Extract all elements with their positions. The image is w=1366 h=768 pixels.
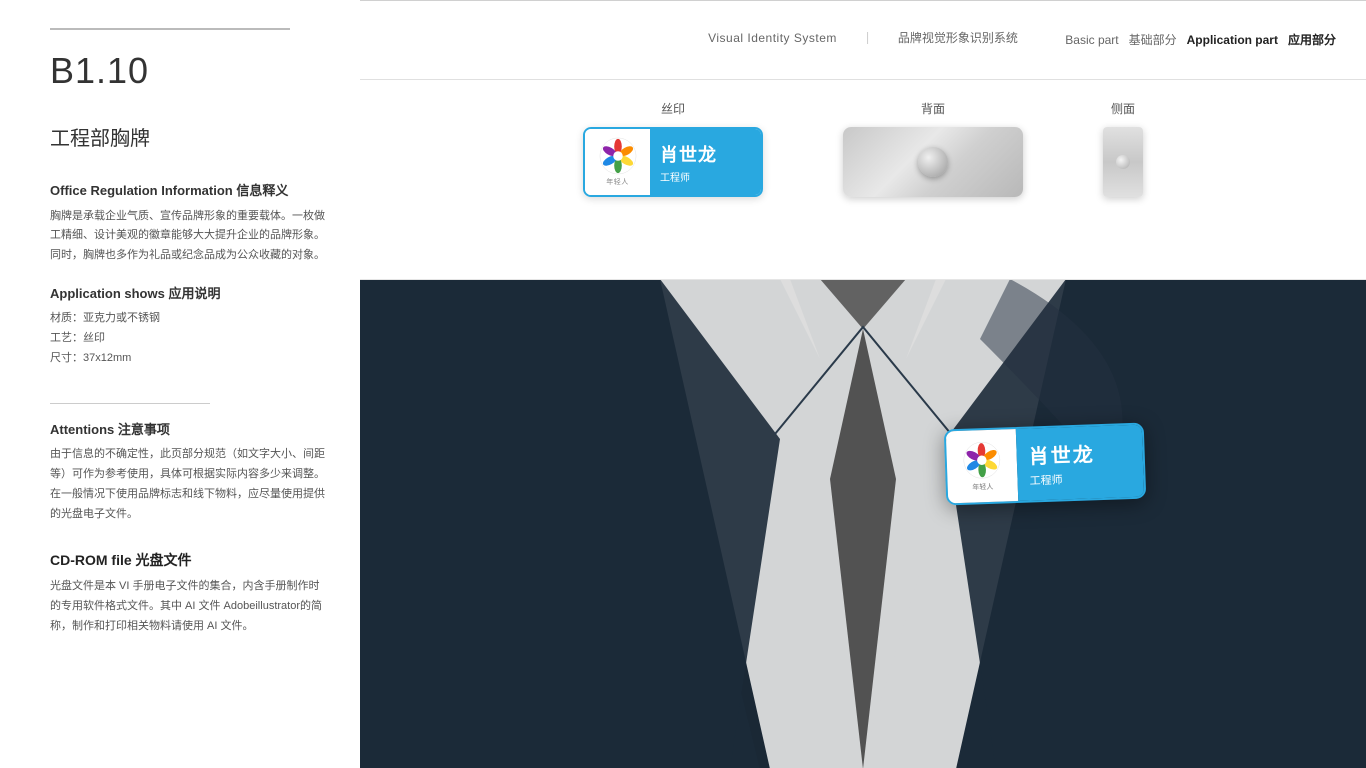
logo-icon bbox=[599, 137, 637, 175]
vi-title-area: Visual Identity System 品牌视觉形象识别系统 bbox=[708, 0, 1018, 79]
photo-background: 年轻人 肖世龙 工程师 bbox=[360, 280, 1366, 768]
nav-basic-cn: 基础部分 bbox=[1129, 31, 1177, 48]
section-cdrom: CD-ROM file 光盘文件 光盘文件是本 VI 手册电子文件的集合，内含手… bbox=[50, 550, 330, 636]
vi-title-divider bbox=[867, 32, 868, 44]
photo-badge-name: 肖世龙 bbox=[1028, 439, 1095, 470]
badge-pin-icon bbox=[1116, 155, 1130, 169]
page-number: B1.10 bbox=[50, 50, 330, 92]
vi-title-row: Visual Identity System 品牌视觉形象识别系统 bbox=[708, 29, 1018, 46]
section-app-shows-body: 材质：亚克力或不锈钢 工艺：丝印 尺寸：37x12mm bbox=[50, 309, 330, 368]
nav-basic-en: Basic part bbox=[1065, 33, 1118, 47]
suit-illustration bbox=[360, 280, 1366, 768]
nav-app-cn: 应用部分 bbox=[1288, 31, 1336, 48]
left-panel: B1.10 工程部胸牌 Office Regulation Informatio… bbox=[0, 0, 360, 768]
badge-front-view: 丝印 bbox=[583, 100, 763, 197]
badge-brand-text: 年轻人 bbox=[606, 177, 629, 187]
badge-name: 肖世龙 bbox=[660, 141, 717, 167]
badge-front: 年轻人 肖世龙 工程师 bbox=[583, 127, 763, 197]
photo-badge-logo-section: 年轻人 bbox=[945, 427, 1018, 505]
section-cdrom-body: 光盘文件是本 VI 手册电子文件的集合，内含手册制作时的专用软件格式文件。其中 … bbox=[50, 577, 330, 636]
section-divider-1 bbox=[50, 403, 210, 404]
section-office-reg-heading: Office Regulation Information 信息释义 bbox=[50, 181, 330, 201]
section-office-reg-body: 胸牌是承载企业气质、宣传品牌形象的重要载体。一枚做工精细、设计美观的徽章能够大大… bbox=[50, 207, 330, 266]
section-cdrom-heading: CD-ROM file 光盘文件 bbox=[50, 550, 330, 571]
section-attentions: Attentions 注意事项 由于信息的不确定性，此页部分规范（如文字大小、间… bbox=[50, 420, 330, 525]
page-number-area: B1.10 bbox=[50, 50, 330, 92]
vi-title-en: Visual Identity System bbox=[708, 31, 837, 45]
badge-back-label: 背面 bbox=[921, 100, 945, 117]
badge-back-view: 背面 bbox=[843, 100, 1023, 197]
badge-preview-area: 丝印 bbox=[360, 80, 1366, 280]
badge-front-label: 丝印 bbox=[661, 100, 685, 117]
badge-magnet-icon bbox=[918, 147, 948, 177]
badge-logo-section: 年轻人 bbox=[585, 127, 650, 197]
photo-badge-brand: 年轻人 bbox=[972, 482, 993, 493]
page-title: 工程部胸牌 bbox=[50, 122, 330, 151]
section-office-reg: Office Regulation Information 信息释义 胸牌是承载… bbox=[50, 181, 330, 266]
badge-side-label: 侧面 bbox=[1111, 100, 1135, 117]
photo-area: 年轻人 肖世龙 工程师 bbox=[360, 280, 1366, 768]
right-panel: Visual Identity System 品牌视觉形象识别系统 Basic … bbox=[360, 0, 1366, 768]
section-attentions-heading: Attentions 注意事项 bbox=[50, 420, 330, 440]
section-app-shows: Application shows 应用说明 材质：亚克力或不锈钢 工艺：丝印 … bbox=[50, 284, 330, 369]
photo-badge-title: 工程师 bbox=[1029, 472, 1063, 489]
section-app-shows-heading: Application shows 应用说明 bbox=[50, 284, 330, 304]
badge-title: 工程师 bbox=[660, 169, 690, 184]
badge-info-section: 肖世龙 工程师 bbox=[650, 127, 761, 197]
top-nav-right: Basic part 基础部分 Application part 应用部分 bbox=[1065, 0, 1336, 79]
badge-side-view: 侧面 bbox=[1103, 100, 1143, 197]
badge-on-photo: 年轻人 肖世龙 工程师 bbox=[943, 423, 1146, 506]
badge-side bbox=[1103, 127, 1143, 197]
badge-back bbox=[843, 127, 1023, 197]
photo-badge-info: 肖世龙 工程师 bbox=[1015, 423, 1144, 503]
nav-app-en: Application part bbox=[1187, 33, 1278, 47]
top-decorative-line bbox=[50, 28, 290, 30]
top-bar: Visual Identity System 品牌视觉形象识别系统 Basic … bbox=[360, 0, 1366, 80]
vi-title-cn: 品牌视觉形象识别系统 bbox=[898, 29, 1018, 46]
section-attentions-body: 由于信息的不确定性，此页部分规范（如文字大小、间距等）可作为参考使用，具体可根据… bbox=[50, 445, 330, 524]
photo-badge-logo-icon bbox=[962, 440, 1001, 479]
